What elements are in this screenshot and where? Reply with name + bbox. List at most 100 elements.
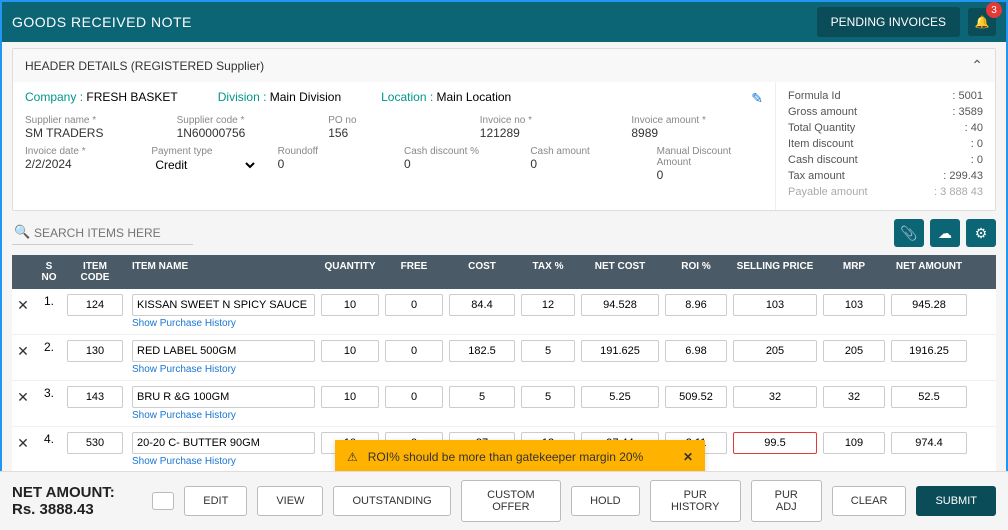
item-disc-value: 0 — [971, 138, 983, 150]
item-code-input[interactable] — [67, 294, 123, 316]
item-code-input[interactable] — [67, 432, 123, 454]
net-cost-input[interactable] — [581, 386, 659, 408]
net-amount-input[interactable] — [891, 340, 967, 362]
cost-input[interactable] — [449, 386, 515, 408]
item-code-input[interactable] — [67, 386, 123, 408]
cost-input[interactable] — [449, 294, 515, 316]
selling-price-input[interactable] — [733, 386, 817, 408]
qty-input[interactable] — [321, 294, 379, 316]
item-name-input[interactable] — [132, 386, 315, 408]
outstanding-button[interactable]: OUTSTANDING — [333, 486, 450, 516]
col-net: NET COST — [578, 255, 662, 289]
view-button[interactable]: VIEW — [257, 486, 323, 516]
col-cost: COST — [446, 255, 518, 289]
item-code-input[interactable] — [67, 340, 123, 362]
col-qty: QUANTITY — [318, 255, 382, 289]
pur-history-button[interactable]: PUR HISTORY — [650, 480, 741, 522]
manual-disc-label: Manual Discount Amount — [657, 146, 763, 168]
net-amount-input[interactable] — [891, 432, 967, 454]
selling-price-input[interactable] — [733, 294, 817, 316]
roi-input[interactable] — [665, 386, 727, 408]
invoice-date-value: 2/2/2024 — [25, 157, 72, 171]
mrp-input[interactable] — [823, 340, 885, 362]
clear-button[interactable]: CLEAR — [832, 486, 907, 516]
show-purchase-history-link[interactable]: Show Purchase History — [132, 318, 315, 329]
settings-button[interactable]: ⚙ — [966, 219, 996, 247]
supplier-code-label: Supplier code * — [177, 115, 309, 126]
show-purchase-history-link[interactable]: Show Purchase History — [132, 410, 315, 421]
free-input[interactable] — [385, 386, 443, 408]
footer-empty-button[interactable] — [152, 492, 174, 510]
net-amount-input[interactable] — [891, 294, 967, 316]
net-cost-input[interactable] — [581, 294, 659, 316]
company-value: FRESH BASKET — [86, 90, 177, 104]
upload-button[interactable]: ☁ — [930, 219, 960, 247]
attach-button[interactable]: 📎 — [894, 219, 924, 247]
manual-disc-value: 0 — [657, 168, 664, 182]
total-qty-label: Total Quantity — [788, 122, 855, 134]
delete-row-icon[interactable]: ✕ — [17, 389, 29, 406]
toast-close-icon[interactable]: ✕ — [683, 450, 693, 464]
table-row: ✕2.Show Purchase History — [12, 335, 996, 381]
header-details-bar[interactable]: HEADER DETAILS (REGISTERED Supplier) ⌃ — [13, 49, 995, 82]
gross-value: 3589 — [952, 106, 983, 118]
delete-row-icon[interactable]: ✕ — [17, 297, 29, 314]
show-purchase-history-link[interactable]: Show Purchase History — [132, 456, 315, 467]
selling-price-input[interactable] — [733, 432, 817, 454]
notifications-button[interactable]: 🔔 3 — [968, 8, 996, 36]
roi-input[interactable] — [665, 294, 727, 316]
tax-input[interactable] — [521, 340, 575, 362]
col-code: ITEM CODE — [64, 255, 126, 289]
hold-button[interactable]: HOLD — [571, 486, 640, 516]
invoice-date-label: Invoice date * — [25, 146, 131, 157]
cost-input[interactable] — [449, 340, 515, 362]
item-name-input[interactable] — [132, 432, 315, 454]
tax-label: Tax amount — [788, 170, 845, 182]
tax-input[interactable] — [521, 386, 575, 408]
net-amount-input[interactable] — [891, 386, 967, 408]
mrp-input[interactable] — [823, 432, 885, 454]
free-input[interactable] — [385, 294, 443, 316]
delete-row-icon[interactable]: ✕ — [17, 343, 29, 360]
mrp-input[interactable] — [823, 294, 885, 316]
item-name-input[interactable] — [132, 340, 315, 362]
pur-adj-button[interactable]: PUR ADJ — [751, 480, 822, 522]
col-free: FREE — [382, 255, 446, 289]
edit-button[interactable]: EDIT — [184, 486, 247, 516]
po-no-value: 156 — [328, 126, 348, 140]
item-name-input[interactable] — [132, 294, 315, 316]
payment-type-select[interactable]: Credit — [151, 157, 257, 173]
page-title: GOODS RECEIVED NOTE — [12, 14, 192, 30]
cash-disc-value: 0 — [971, 154, 983, 166]
chevron-up-icon: ⌃ — [971, 57, 983, 74]
header-details-label: HEADER DETAILS (REGISTERED Supplier) — [25, 59, 264, 73]
pending-invoices-button[interactable]: PENDING INVOICES — [817, 7, 960, 37]
free-input[interactable] — [385, 340, 443, 362]
col-amt: NET AMOUNT — [888, 255, 970, 289]
show-purchase-history-link[interactable]: Show Purchase History — [132, 364, 315, 375]
table-row: ✕1.Show Purchase History — [12, 289, 996, 335]
supplier-code-value: 1N60000756 — [177, 126, 246, 140]
tax-input[interactable] — [521, 294, 575, 316]
row-sno: 4. — [34, 430, 64, 448]
custom-offer-button[interactable]: CUSTOM OFFER — [461, 480, 561, 522]
col-sno: S NO — [34, 255, 64, 289]
invoice-amount-value: 8989 — [631, 126, 658, 140]
col-name: ITEM NAME — [126, 255, 318, 289]
formula-id-value: 5001 — [952, 90, 983, 102]
warning-toast: ⚠ ROI% should be more than gatekeeper ma… — [335, 440, 705, 474]
table-row: ✕3.Show Purchase History — [12, 381, 996, 427]
qty-input[interactable] — [321, 340, 379, 362]
payment-type-label: Payment type — [151, 146, 257, 157]
net-cost-input[interactable] — [581, 340, 659, 362]
edit-header-icon[interactable]: ✎ — [751, 90, 763, 107]
division-label: Division : — [218, 90, 267, 104]
submit-button[interactable]: SUBMIT — [916, 486, 996, 516]
total-qty-value: 40 — [965, 122, 983, 134]
search-input[interactable] — [12, 222, 193, 245]
qty-input[interactable] — [321, 386, 379, 408]
roi-input[interactable] — [665, 340, 727, 362]
selling-price-input[interactable] — [733, 340, 817, 362]
mrp-input[interactable] — [823, 386, 885, 408]
delete-row-icon[interactable]: ✕ — [17, 435, 29, 452]
